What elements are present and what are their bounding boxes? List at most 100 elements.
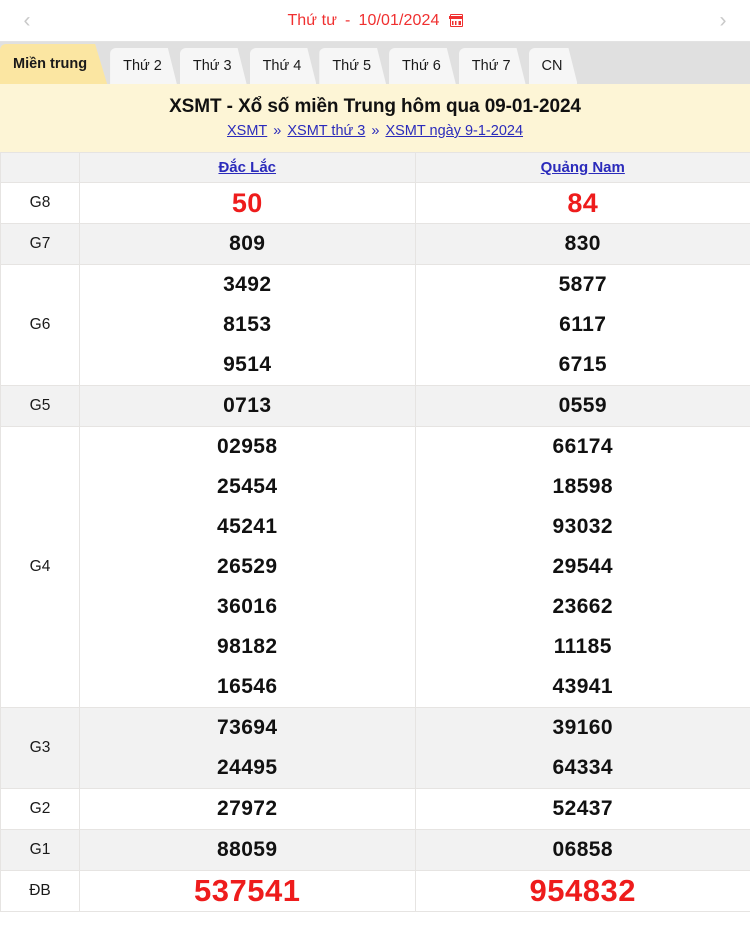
prize-label-G8: G8 (1, 183, 80, 224)
prize-label-G4: G4 (1, 427, 80, 708)
tab-label: Thứ 2 (123, 58, 162, 74)
table-row: ĐB537541954832 (1, 871, 750, 912)
next-day-button[interactable]: › (702, 0, 744, 41)
tab-4[interactable]: Thứ 5 (319, 48, 386, 84)
weekday-text: Thứ tư (287, 12, 337, 30)
prize-label-G6: G6 (1, 265, 80, 386)
table-row: G402958254544524126529360169818216546661… (1, 427, 750, 708)
prize-number: 50 (80, 183, 415, 223)
tab-6[interactable]: Thứ 7 (459, 48, 526, 84)
table-header-row: Đắc Lắc Quảng Nam (1, 153, 750, 183)
prize-number: 0559 (416, 386, 750, 426)
tab-7[interactable]: CN (529, 48, 578, 84)
prize-values-ĐB-col1: 954832 (415, 871, 750, 912)
prize-values-G1-col0: 88059 (80, 830, 416, 871)
day-tab-bar: Miền trung Thứ 2 Thứ 3 Thứ 4 Thứ 5 Thứ 6 Thứ 7… (0, 42, 750, 84)
province-header-0: Đắc Lắc (80, 153, 416, 183)
prize-number: 830 (416, 224, 750, 264)
breadcrumb-link-1[interactable]: XSMT thứ 3 (287, 123, 365, 139)
prize-number: 26529 (80, 547, 415, 587)
tab-label: Thứ 4 (263, 58, 302, 74)
prize-number: 88059 (80, 830, 415, 870)
prize-values-G4-col1: 66174185989303229544236621118543941 (415, 427, 750, 708)
prize-values-G6-col1: 587761176715 (415, 265, 750, 386)
prize-number: 18598 (416, 467, 750, 507)
prize-number: 66174 (416, 427, 750, 467)
prize-values-G7-col1: 830 (415, 224, 750, 265)
prize-number: 27972 (80, 789, 415, 829)
table-row: G7809830 (1, 224, 750, 265)
prize-number: 84 (416, 183, 750, 223)
tab-3[interactable]: Thứ 4 (250, 48, 317, 84)
tab-1[interactable]: Thứ 2 (110, 48, 177, 84)
prize-label-G7: G7 (1, 224, 80, 265)
prize-values-G2-col0: 27972 (80, 789, 416, 830)
prize-number: 954832 (416, 871, 750, 911)
tab-label: Thứ 7 (472, 58, 511, 74)
prize-number: 3492 (80, 265, 415, 305)
prize-values-G3-col0: 7369424495 (80, 708, 416, 789)
province-link-dac-lac[interactable]: Đắc Lắc (218, 159, 276, 176)
prize-number: 24495 (80, 748, 415, 788)
table-row: G18805906858 (1, 830, 750, 871)
breadcrumb-link-0[interactable]: XSMT (227, 123, 267, 139)
tab-active-0[interactable]: Miền trung (0, 44, 107, 84)
breadcrumb-link-2[interactable]: XSMT ngày 9-1-2024 (385, 123, 523, 139)
prize-number: 5877 (416, 265, 750, 305)
prize-label-G2: G2 (1, 789, 80, 830)
province-link-quang-nam[interactable]: Quảng Nam (541, 159, 625, 176)
prize-number: 9514 (80, 345, 415, 385)
prize-number: 6715 (416, 345, 750, 385)
prize-label-G5: G5 (1, 386, 80, 427)
page-title: XSMT - Xổ số miền Trung hôm qua 09-01-20… (10, 96, 740, 118)
prize-number: 06858 (416, 830, 750, 870)
prize-number: 23662 (416, 587, 750, 627)
prize-values-G3-col1: 3916064334 (415, 708, 750, 789)
tab-label: Thứ 6 (402, 58, 441, 74)
prize-values-G7-col0: 809 (80, 224, 416, 265)
prize-label-ĐB: ĐB (1, 871, 80, 912)
prize-number: 45241 (80, 507, 415, 547)
tab-label: Thứ 3 (193, 58, 232, 74)
result-header: XSMT - Xổ số miền Trung hôm qua 09-01-20… (0, 84, 750, 152)
prize-values-G5-col0: 0713 (80, 386, 416, 427)
prize-number: 36016 (80, 587, 415, 627)
prize-number: 43941 (416, 667, 750, 707)
lottery-results-table: Đắc Lắc Quảng Nam G85084G7809830G6349281… (0, 152, 750, 912)
calendar-icon[interactable] (450, 14, 463, 27)
prize-number: 537541 (80, 871, 415, 911)
prize-values-G6-col0: 349281539514 (80, 265, 416, 386)
prize-number: 64334 (416, 748, 750, 788)
prize-label-G3: G3 (1, 708, 80, 789)
prize-number: 02958 (80, 427, 415, 467)
prize-number: 25454 (80, 467, 415, 507)
date-navigation-bar: ‹ Thứ tư - 10/01/2024 › (0, 0, 750, 42)
tab-2[interactable]: Thứ 3 (180, 48, 247, 84)
previous-day-button[interactable]: ‹ (6, 0, 48, 41)
breadcrumb-separator: » (367, 123, 383, 139)
prize-number: 52437 (416, 789, 750, 829)
tab-5[interactable]: Thứ 6 (389, 48, 456, 84)
prize-values-G8-col0: 50 (80, 183, 416, 224)
table-row: G373694244953916064334 (1, 708, 750, 789)
breadcrumb-separator: » (269, 123, 285, 139)
prize-values-G2-col1: 52437 (415, 789, 750, 830)
prize-number: 73694 (80, 708, 415, 748)
date-dash: - (345, 12, 350, 30)
prize-values-G4-col0: 02958254544524126529360169818216546 (80, 427, 416, 708)
tab-label: Miền trung (13, 56, 87, 72)
table-row: G85084 (1, 183, 750, 224)
prize-number: 16546 (80, 667, 415, 707)
prize-values-G8-col1: 84 (415, 183, 750, 224)
prize-values-ĐB-col0: 537541 (80, 871, 416, 912)
breadcrumb: XSMT » XSMT thứ 3 » XSMT ngày 9-1-2024 (10, 123, 740, 139)
prize-number: 0713 (80, 386, 415, 426)
prize-values-G5-col1: 0559 (415, 386, 750, 427)
prize-number: 809 (80, 224, 415, 264)
current-date-label[interactable]: Thứ tư - 10/01/2024 (287, 12, 462, 30)
prize-number: 11185 (416, 627, 750, 667)
date-text: 10/01/2024 (358, 12, 439, 30)
prize-values-G1-col1: 06858 (415, 830, 750, 871)
prize-label-G1: G1 (1, 830, 80, 871)
province-header-1: Quảng Nam (415, 153, 750, 183)
